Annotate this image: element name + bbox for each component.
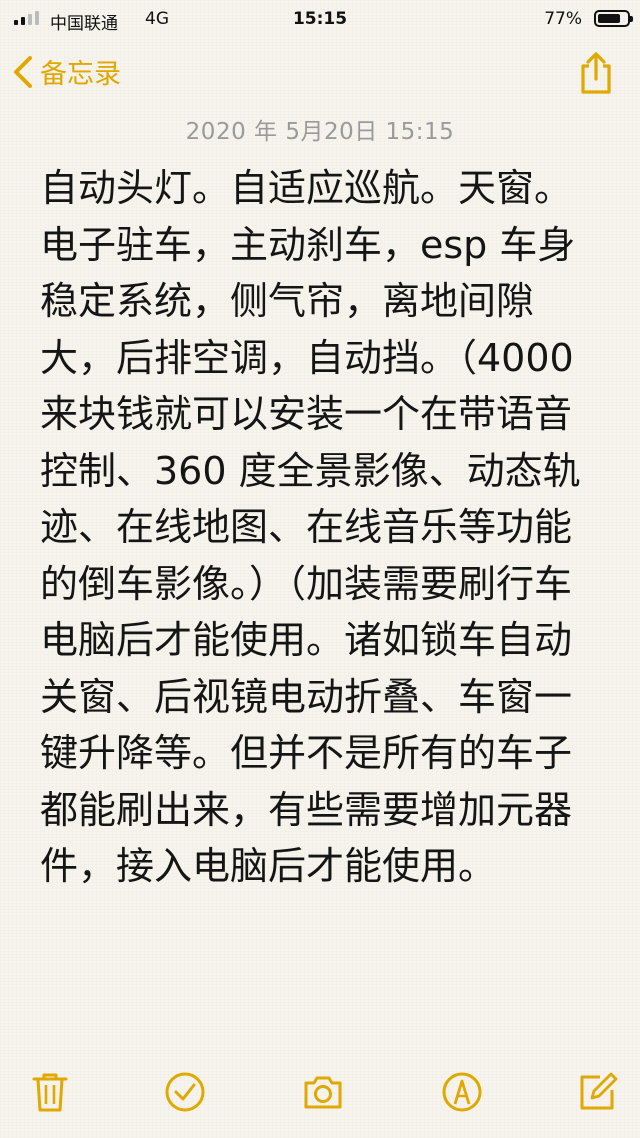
note-body[interactable]: 自动头灯。自适应巡航。天窗。电子驻车，主动刹车，esp 车身稳定系统，侧气帘，离… bbox=[40, 160, 600, 895]
compose-icon bbox=[580, 1072, 618, 1110]
back-button[interactable]: 备忘录 bbox=[10, 52, 121, 91]
battery-icon bbox=[594, 10, 633, 27]
navigation-bar: 备忘录 bbox=[0, 46, 640, 102]
bottom-toolbar bbox=[0, 1064, 640, 1138]
battery-percent: 77% bbox=[544, 9, 582, 29]
chevron-left-icon bbox=[14, 55, 32, 88]
markup-icon bbox=[442, 1072, 482, 1112]
camera-button[interactable] bbox=[301, 1070, 345, 1114]
delete-button[interactable] bbox=[28, 1070, 72, 1114]
share-icon bbox=[581, 52, 611, 94]
compose-button[interactable] bbox=[576, 1070, 620, 1114]
camera-icon bbox=[304, 1076, 342, 1109]
status-bar: 中国联通 4G 15:15 77% bbox=[0, 0, 640, 40]
note-date: 2020 年 5月20日 15:15 bbox=[185, 119, 455, 145]
checklist-button[interactable] bbox=[163, 1070, 207, 1114]
share-button[interactable] bbox=[576, 50, 616, 96]
back-button-label: 备忘录 bbox=[40, 59, 121, 90]
trash-icon bbox=[32, 1073, 68, 1112]
markup-button[interactable] bbox=[440, 1070, 484, 1114]
checklist-icon bbox=[165, 1072, 205, 1112]
